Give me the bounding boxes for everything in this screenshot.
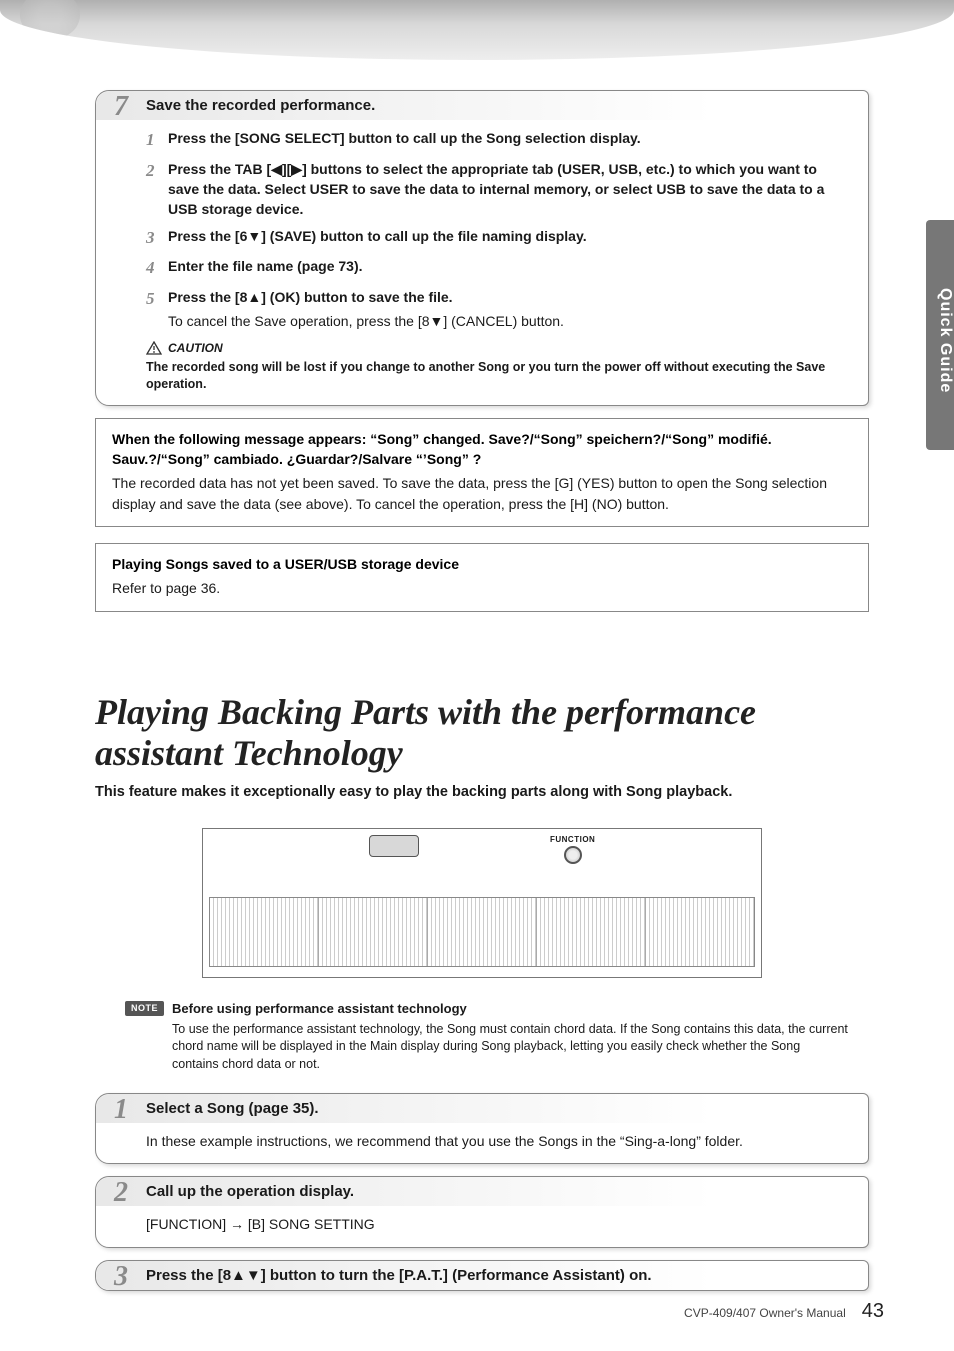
- step-3-header: 3 Press the [8▲▼] button to turn the [P.…: [96, 1261, 868, 1290]
- caution-row: CAUTION: [146, 340, 850, 357]
- footer-page-number: 43: [862, 1300, 884, 1323]
- playing-songs-box: Playing Songs saved to a USER/USB storag…: [95, 543, 869, 612]
- substep-num: 5: [146, 287, 168, 312]
- step-number: 7: [114, 91, 128, 123]
- step-number: 1: [114, 1094, 128, 1126]
- step-7-header: 7 Save the recorded performance.: [96, 91, 868, 120]
- step-1-header: 1 Select a Song (page 35).: [96, 1094, 868, 1123]
- function-knob-icon: [564, 846, 582, 864]
- step-1-box: 1 Select a Song (page 35). In these exam…: [95, 1093, 869, 1164]
- panel-segment: [646, 898, 754, 966]
- warning-triangle-icon: [146, 340, 162, 354]
- section-subtitle: This feature makes it exceptionally easy…: [95, 784, 869, 800]
- side-tab-quick-guide: Quick Guide: [926, 220, 954, 450]
- playing-songs-body: Refer to page 36.: [112, 578, 852, 598]
- step-1-body: In these example instructions, we recomm…: [96, 1123, 868, 1163]
- panel-segment: [428, 898, 537, 966]
- note-badge: NOTE: [125, 1001, 164, 1016]
- note-title: Before using performance assistant techn…: [172, 1000, 849, 1018]
- step-1-title: Select a Song (page 35).: [146, 1100, 319, 1117]
- message-box-title: When the following message appears: “Son…: [112, 429, 852, 470]
- substep-num: 1: [146, 128, 168, 153]
- function-label: FUNCTION: [550, 835, 595, 844]
- step-3-box: 3 Press the [8▲▼] button to turn the [P.…: [95, 1260, 869, 1291]
- caution-label: CAUTION: [168, 340, 223, 357]
- function-control: FUNCTION: [550, 835, 595, 864]
- message-box-body: The recorded data has not yet been saved…: [112, 473, 852, 514]
- step-7-box: 7 Save the recorded performance. 1 Press…: [95, 90, 869, 406]
- note-block: NOTE Before using performance assistant …: [125, 1000, 849, 1073]
- substep-4-text: Enter the file name (page 73).: [168, 256, 850, 281]
- playing-songs-title: Playing Songs saved to a USER/USB storag…: [112, 554, 852, 574]
- step-number: 3: [114, 1261, 128, 1293]
- step-2-body: [FUNCTION] → [B] SONG SETTING: [96, 1206, 868, 1246]
- caution-text: The recorded song will be lost if you ch…: [146, 359, 850, 393]
- step-number: 2: [114, 1177, 128, 1209]
- substep-num: 4: [146, 256, 168, 281]
- step-2-title: Call up the operation display.: [146, 1183, 354, 1200]
- keyboard-row: [209, 897, 755, 967]
- message-warning-box: When the following message appears: “Son…: [95, 418, 869, 527]
- page-content: 7 Save the recorded performance. 1 Press…: [0, 60, 954, 1291]
- step-2-header: 2 Call up the operation display.: [96, 1177, 868, 1206]
- substep-3-text: Press the [6▼] (SAVE) button to call up …: [168, 226, 850, 251]
- page-footer: CVP-409/407 Owner's Manual 43: [684, 1300, 884, 1323]
- instrument-panel-diagram: FUNCTION: [202, 828, 762, 978]
- panel-segment: [537, 898, 646, 966]
- substep-2-text: Press the TAB [◀][▶] buttons to select t…: [168, 159, 850, 220]
- section-title: Playing Backing Parts with the performan…: [95, 692, 869, 775]
- step-7-body: 1 Press the [SONG SELECT] button to call…: [96, 120, 868, 405]
- substep-1-text: Press the [SONG SELECT] button to call u…: [168, 128, 850, 153]
- substep-5-text: Press the [8▲] (OK) button to save the f…: [168, 287, 850, 312]
- substep-5-extra: To cancel the Save operation, press the …: [168, 311, 850, 331]
- panel-button-icon: [369, 835, 419, 857]
- decorative-header-banner: [0, 0, 954, 60]
- substep-num: 2: [146, 159, 168, 220]
- panel-segment: [319, 898, 428, 966]
- note-body: To use the performance assistant technol…: [172, 1021, 849, 1074]
- step-7-title: Save the recorded performance.: [146, 97, 375, 114]
- step-3-title: Press the [8▲▼] button to turn the [P.A.…: [146, 1267, 652, 1284]
- panel-segment: [210, 898, 319, 966]
- substep-num: 3: [146, 226, 168, 251]
- step-2-box: 2 Call up the operation display. [FUNCTI…: [95, 1176, 869, 1247]
- footer-doc-title: CVP-409/407 Owner's Manual: [684, 1306, 846, 1320]
